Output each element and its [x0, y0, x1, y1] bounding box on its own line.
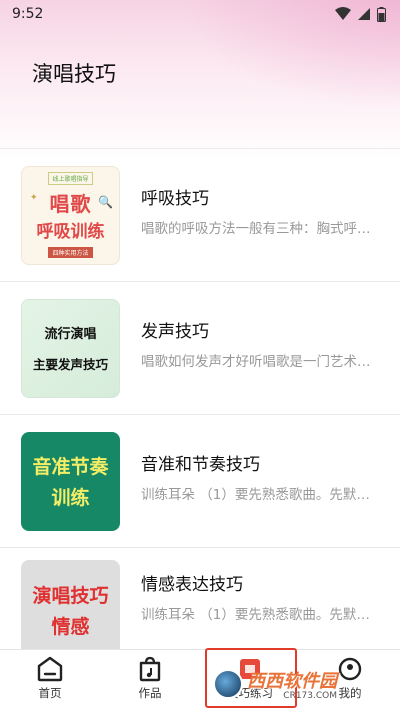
thumb-line2: 主要发声技巧	[32, 357, 108, 372]
nav-label: 作品	[138, 686, 162, 700]
item-title: 音准和节奏技巧	[141, 454, 260, 475]
thumb-line1: 演唱技巧	[32, 584, 109, 607]
thumb-tag: 线上歌唱指导	[48, 172, 93, 185]
nav-label: 我的	[338, 686, 362, 700]
music-bag-icon	[139, 656, 161, 682]
cellular-icon	[358, 8, 370, 20]
vocal-thumbnail: 流行演唱 主要发声技巧	[21, 298, 120, 398]
magnifier-icon: 🔍	[98, 194, 113, 209]
list-item[interactable]: 流行演唱 主要发声技巧 发声技巧 唱歌如何发声才好听唱歌是一门艺术…	[0, 281, 400, 414]
breathing-thumbnail: 线上歌唱指导 ✦ 唱歌 🔍 呼吸训练 四种实用方法	[21, 165, 120, 265]
thumb-sub: 四种实用方法	[48, 247, 93, 258]
thumb-line2: 呼吸训练	[36, 222, 105, 242]
item-desc: 唱歌的呼吸方法一般有三种：胸式呼…	[141, 220, 371, 237]
list-item[interactable]: 演唱技巧 情感 情感表达技巧 训练耳朵 （1）要先熟悉歌曲。先默…	[0, 547, 400, 659]
nav-profile[interactable]: 我的	[310, 656, 390, 701]
pitch-rhythm-thumbnail: 音准节奏 训练	[21, 431, 120, 531]
battery-icon	[377, 6, 386, 22]
thumb-line2: 训练	[51, 487, 90, 509]
sparkle-icon: ✦	[30, 192, 38, 203]
list-item[interactable]: 音准节奏 训练 音准和节奏技巧 训练耳朵 （1）要先熟悉歌曲。先默…	[0, 414, 400, 547]
nav-home[interactable]: 首页	[10, 656, 90, 701]
wifi-icon	[335, 7, 351, 20]
status-icons	[335, 6, 386, 22]
item-title: 发声技巧	[141, 321, 209, 342]
emotion-thumbnail: 演唱技巧 情感	[21, 560, 120, 659]
home-icon	[37, 656, 63, 682]
nav-works[interactable]: 作品	[110, 656, 190, 701]
status-bar: 9:52	[0, 0, 400, 28]
nav-practice[interactable]: 技巧练习	[210, 656, 290, 701]
status-time: 9:52	[12, 6, 44, 22]
thumb-line1: 音准节奏	[32, 456, 109, 478]
practice-icon	[240, 659, 260, 679]
thumb-line1: 流行演唱	[44, 327, 97, 342]
item-title: 情感表达技巧	[141, 575, 243, 595]
page-title: 演唱技巧	[32, 62, 116, 86]
bottom-nav: 首页 作品 技巧练习 我的	[0, 649, 400, 711]
item-desc: 训练耳朵 （1）要先熟悉歌曲。先默…	[141, 607, 370, 623]
item-desc: 唱歌如何发声才好听唱歌是一门艺术…	[141, 353, 371, 370]
nav-label: 技巧练习	[227, 686, 273, 700]
list-item[interactable]: 线上歌唱指导 ✦ 唱歌 🔍 呼吸训练 四种实用方法 呼吸技巧 唱歌的呼吸方法一般…	[0, 148, 400, 281]
item-desc: 训练耳朵 （1）要先熟悉歌曲。先默…	[141, 486, 370, 503]
profile-icon	[338, 657, 362, 681]
technique-list: 线上歌唱指导 ✦ 唱歌 🔍 呼吸训练 四种实用方法 呼吸技巧 唱歌的呼吸方法一般…	[0, 148, 400, 659]
thumb-line2: 情感	[51, 615, 90, 638]
thumb-line1: 唱歌	[49, 192, 92, 216]
item-title: 呼吸技巧	[141, 188, 209, 209]
nav-label: 首页	[38, 686, 62, 700]
